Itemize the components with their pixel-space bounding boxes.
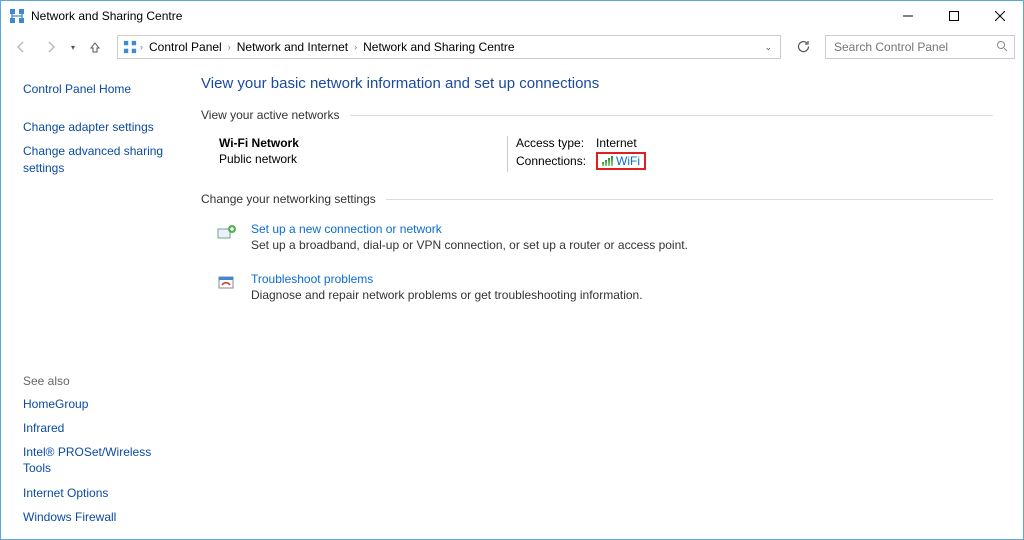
chevron-right-icon[interactable]: › <box>352 42 359 52</box>
forward-button[interactable] <box>39 35 63 59</box>
see-also-intel[interactable]: Intel® PROSet/Wireless Tools <box>23 440 181 480</box>
see-also-infrared[interactable]: Infrared <box>23 416 181 440</box>
sidebar-link-sharing[interactable]: Change advanced sharing settings <box>23 139 181 179</box>
change-settings-header: Change your networking settings <box>201 192 993 206</box>
address-bar[interactable]: › Control Panel › Network and Internet ›… <box>117 35 781 59</box>
see-also-homegroup[interactable]: HomeGroup <box>23 392 181 416</box>
sidebar: Control Panel Home Change adapter settin… <box>1 63 191 539</box>
wifi-signal-icon <box>602 156 613 166</box>
setup-connection-icon <box>215 222 239 246</box>
sidebar-link-adapter[interactable]: Change adapter settings <box>23 115 181 139</box>
network-name: Wi-Fi Network <box>219 136 499 150</box>
task-setup-connection-link[interactable]: Set up a new connection or network <box>251 222 688 236</box>
chevron-right-icon[interactable]: › <box>138 42 145 52</box>
task-setup-connection-desc: Set up a broadband, dial-up or VPN conne… <box>251 238 688 252</box>
active-networks-header: View your active networks <box>201 108 993 122</box>
connection-wifi-link[interactable]: WiFi <box>616 154 640 168</box>
network-center-icon <box>9 8 25 24</box>
network-center-icon <box>122 39 138 55</box>
task-troubleshoot-desc: Diagnose and repair network problems or … <box>251 288 643 302</box>
change-settings-label: Change your networking settings <box>201 192 376 206</box>
search-input[interactable] <box>832 39 996 55</box>
troubleshoot-icon <box>215 272 239 296</box>
task-troubleshoot-link[interactable]: Troubleshoot problems <box>251 272 643 286</box>
see-also-label: See also <box>23 374 181 388</box>
task-troubleshoot: Troubleshoot problems Diagnose and repai… <box>201 264 993 314</box>
network-type: Public network <box>219 152 499 166</box>
breadcrumb-current[interactable]: Network and Sharing Centre <box>359 40 518 54</box>
access-type-value: Internet <box>596 136 637 150</box>
divider <box>507 136 508 172</box>
divider <box>350 115 993 116</box>
network-details: Access type: Internet Connections: WiFi <box>516 136 646 172</box>
window-controls <box>885 1 1023 31</box>
address-dropdown[interactable]: ⌄ <box>764 42 776 53</box>
sidebar-home-link[interactable]: Control Panel Home <box>23 77 181 101</box>
chevron-right-icon[interactable]: › <box>226 42 233 52</box>
close-button[interactable] <box>977 1 1023 31</box>
highlight-box: WiFi <box>596 152 646 170</box>
window-title: Network and Sharing Centre <box>31 9 182 23</box>
task-setup-connection: Set up a new connection or network Set u… <box>201 214 993 264</box>
titlebar: Network and Sharing Centre <box>1 1 1023 31</box>
back-button[interactable] <box>9 35 33 59</box>
search-box[interactable] <box>825 35 1015 59</box>
navbar: ▾ › Control Panel › Network and Internet… <box>1 31 1023 63</box>
see-also-firewall[interactable]: Windows Firewall <box>23 505 181 529</box>
see-also-internet-options[interactable]: Internet Options <box>23 481 181 505</box>
breadcrumb-network-internet[interactable]: Network and Internet <box>233 40 352 54</box>
refresh-button[interactable] <box>791 35 815 59</box>
active-networks-label: View your active networks <box>201 108 340 122</box>
window: Network and Sharing Centre ▾ › Control P… <box>0 0 1024 540</box>
history-dropdown[interactable]: ▾ <box>69 43 77 52</box>
body: Control Panel Home Change adapter settin… <box>1 63 1023 539</box>
content: View your basic network information and … <box>191 63 1023 539</box>
breadcrumb-control-panel[interactable]: Control Panel <box>145 40 226 54</box>
minimize-button[interactable] <box>885 1 931 31</box>
search-icon <box>996 40 1008 55</box>
access-type-label: Access type: <box>516 136 596 150</box>
up-button[interactable] <box>83 35 107 59</box>
maximize-button[interactable] <box>931 1 977 31</box>
divider <box>386 199 993 200</box>
active-network-block: Wi-Fi Network Public network Access type… <box>201 130 993 188</box>
network-summary: Wi-Fi Network Public network <box>219 136 499 172</box>
connections-label: Connections: <box>516 154 596 168</box>
page-heading: View your basic network information and … <box>201 75 993 92</box>
